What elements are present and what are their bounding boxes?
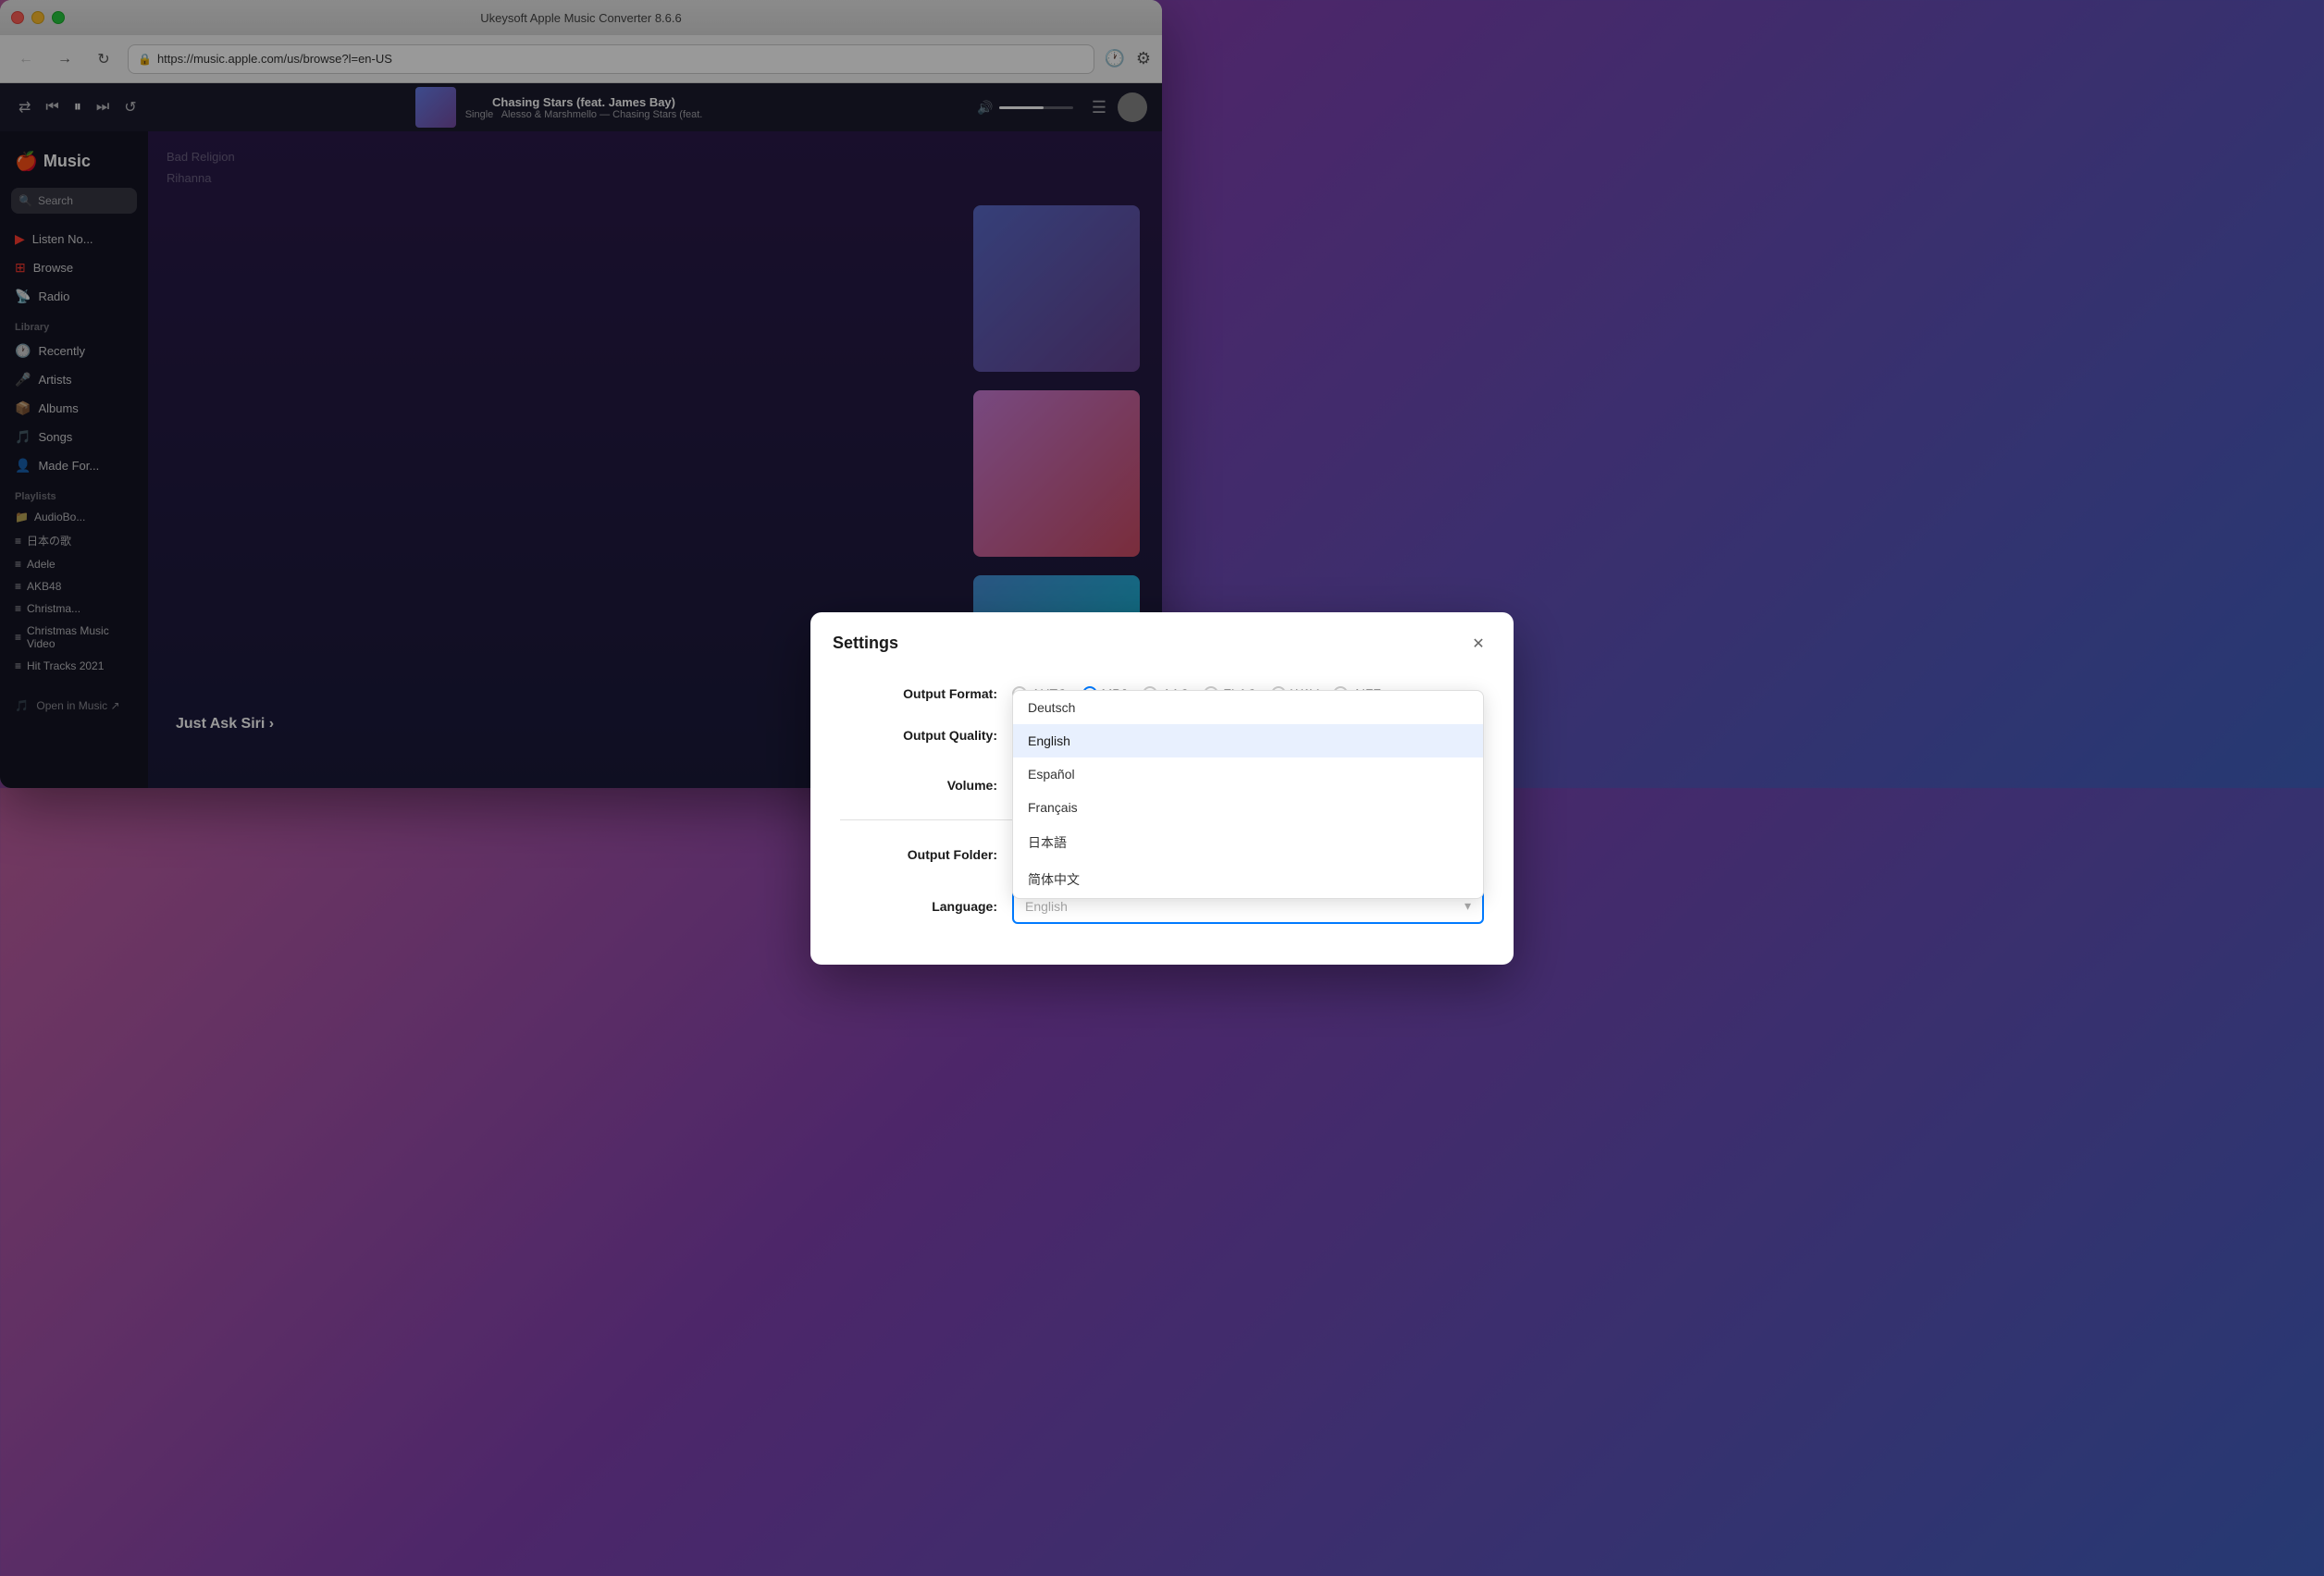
modal-header: Settings ✕: [810, 612, 1162, 671]
modal-overlay: Settings ✕ Output Format: AUTO: [0, 0, 1162, 788]
settings-modal: Settings ✕ Output Format: AUTO: [810, 612, 1162, 789]
output-format-label: Output Format:: [840, 686, 997, 701]
output-quality-label: Output Quality:: [840, 728, 997, 743]
modal-title: Settings: [833, 634, 898, 653]
lang-option-deutsch[interactable]: Deutsch: [1013, 691, 1162, 724]
lang-option-english[interactable]: English: [1013, 724, 1162, 757]
lang-option-espanol[interactable]: Español: [1013, 757, 1162, 789]
language-dropdown-menu: Deutsch English Español Français 日本語 简体中…: [1012, 690, 1162, 789]
modal-body: Output Format: AUTO MP3: [810, 671, 1162, 789]
browser-window: Ukeysoft Apple Music Converter 8.6.6 ← →…: [0, 0, 1162, 788]
volume-label: Volume:: [840, 778, 997, 789]
